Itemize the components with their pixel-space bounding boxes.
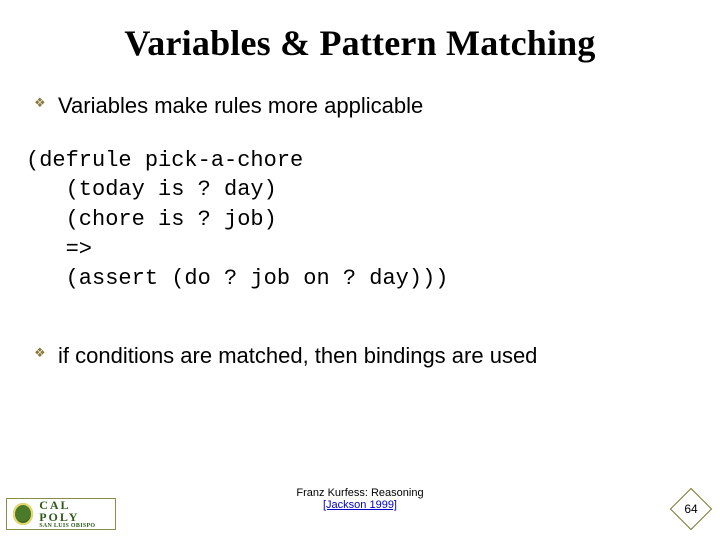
diamond-bullet-icon: ❖ <box>34 346 48 359</box>
code-block: (defrule pick-a-chore (today is ? day) (… <box>26 146 686 294</box>
credit-author: Franz Kurfess: Reasoning <box>296 487 423 499</box>
bullet-text: Variables make rules more applicable <box>58 92 423 120</box>
citation-link[interactable]: [Jackson 1999] <box>323 499 397 511</box>
page-number: 64 <box>676 494 706 524</box>
slide-body: ❖ Variables make rules more applicable (… <box>0 64 720 369</box>
diamond-bullet-icon: ❖ <box>34 96 48 109</box>
bullet-item: ❖ Variables make rules more applicable <box>34 92 686 120</box>
slide: Variables & Pattern Matching ❖ Variables… <box>0 0 720 540</box>
page-number-badge: 64 <box>676 494 706 524</box>
bullet-item: ❖ if conditions are matched, then bindin… <box>34 342 686 370</box>
footer: CAL POLY SAN LUIS OBISPO Franz Kurfess: … <box>0 482 720 530</box>
credit-line: Franz Kurfess: Reasoning [Jackson 1999] <box>0 487 720 512</box>
slide-title: Variables & Pattern Matching <box>0 0 720 64</box>
bullet-text: if conditions are matched, then bindings… <box>58 342 537 370</box>
logo-line2: SAN LUIS OBISPO <box>39 523 109 529</box>
